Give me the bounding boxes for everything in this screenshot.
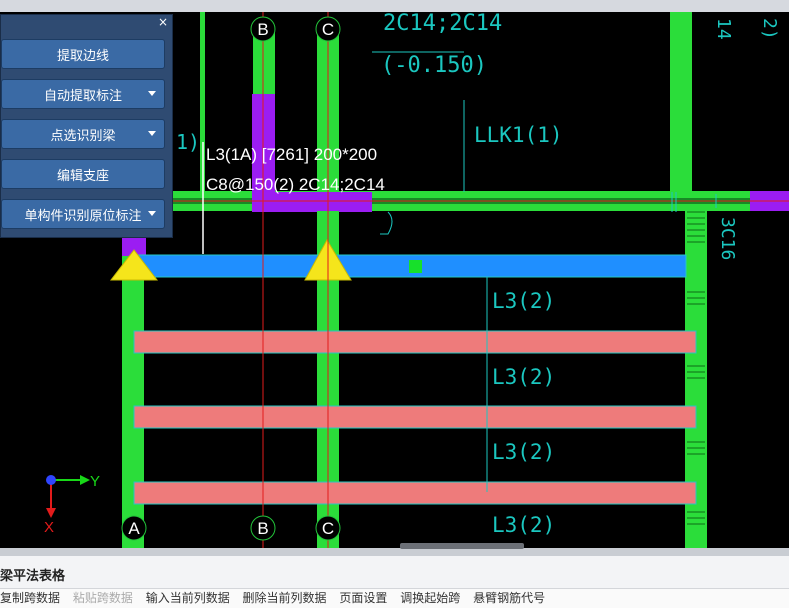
- extract-edge-label: 提取边线: [56, 48, 109, 64]
- cad-text-l3-3: L3(2): [492, 440, 555, 464]
- beam-grip-2: [409, 260, 422, 273]
- window-top-strip: [0, 0, 789, 12]
- delete-current-column-button[interactable]: 删除当前列数据: [243, 589, 327, 608]
- auto-extract-annotation-button[interactable]: 自动提取标注: [1, 79, 165, 109]
- close-icon[interactable]: ×: [158, 15, 168, 29]
- cad-text-l3-2: L3(2): [492, 365, 555, 389]
- beam-label-line2: C8@150(2) 2C14;2C14: [206, 175, 385, 194]
- page-setup-button[interactable]: 页面设置: [339, 589, 387, 608]
- axis-label-top-b: B: [257, 20, 268, 39]
- pink-beam-2: [133, 405, 697, 429]
- chevron-down-icon[interactable]: [148, 211, 156, 216]
- cad-text-l3-1: L3(2): [492, 289, 555, 313]
- axis-label-bottom-b: B: [257, 519, 268, 538]
- ucs-icon: Y X: [44, 473, 100, 536]
- cad-text-14: 14: [713, 18, 734, 40]
- auto-extract-annotation-label: 自动提取标注: [43, 88, 122, 104]
- splitter-grip-handle[interactable]: [400, 543, 524, 549]
- cad-text-top-rebar: 2C14;2C14: [383, 12, 502, 36]
- axis-label-bottom-a: A: [128, 519, 140, 538]
- cantilever-rebar-code-button[interactable]: 悬臂钢筋代号: [473, 589, 545, 608]
- cad-text-corner: 2): [759, 18, 780, 40]
- pick-recognize-beam-button[interactable]: 点选识别梁: [1, 119, 165, 149]
- purple-beam-b: [252, 192, 372, 212]
- chevron-down-icon[interactable]: [148, 91, 156, 96]
- pink-beam-3: [133, 481, 697, 505]
- edit-support-button[interactable]: 编辑支座: [1, 159, 165, 189]
- cad-text-elevation: (-0.150): [381, 53, 487, 78]
- axis-bubble-bottom-c: C: [315, 515, 341, 541]
- cad-text-paren: 1): [176, 130, 200, 154]
- beam-table-title: 梁平法表格: [0, 569, 66, 584]
- pink-beam-1: [133, 330, 697, 354]
- axis-label-top-c: C: [322, 20, 334, 39]
- extract-edge-button[interactable]: 提取边线: [1, 39, 165, 69]
- chevron-down-icon[interactable]: [148, 131, 156, 136]
- cad-text-3c16: 3C16: [717, 217, 738, 260]
- cad-text-llk: LLK1(1): [474, 123, 563, 147]
- edit-support-label: 编辑支座: [56, 168, 109, 184]
- panel-splitter[interactable]: [0, 548, 789, 556]
- paste-span-data-button[interactable]: 粘贴跨数据: [73, 589, 133, 608]
- axis-bubble-top-c: C: [315, 16, 341, 42]
- single-component-annotation-label: 单构件识别原位标注: [24, 208, 142, 224]
- single-component-annotation-button[interactable]: 单构件识别原位标注: [1, 199, 165, 229]
- ucs-y-label: Y: [90, 473, 100, 490]
- column-strip-top-right: [670, 12, 692, 197]
- beam-recognition-panel: × 提取边线 自动提取标注 点选识别梁 编辑支座 单构件识别原位标注: [0, 14, 173, 238]
- swap-start-span-button[interactable]: 调换起始跨: [400, 589, 460, 608]
- axis-label-bottom-c: C: [322, 519, 334, 538]
- selected-beam-blue: [129, 254, 687, 278]
- input-current-column-button[interactable]: 输入当前列数据: [146, 589, 230, 608]
- pick-recognize-beam-label: 点选识别梁: [50, 128, 116, 144]
- axis-bubble-top-b: B: [250, 16, 276, 42]
- axis-bubble-bottom-a: A: [121, 515, 147, 541]
- beam-table-toolbar: 复制跨数据 粘贴跨数据 输入当前列数据 删除当前列数据 页面设置 调换起始跨 悬…: [0, 588, 789, 608]
- ucs-x-label: X: [44, 519, 54, 536]
- axis-bubble-bottom-b: B: [250, 515, 276, 541]
- copy-span-data-button[interactable]: 复制跨数据: [0, 589, 60, 608]
- cad-text-l3-4: L3(2): [492, 513, 555, 537]
- beam-label-line1: L3(1A) [7261] 200*200: [206, 145, 378, 164]
